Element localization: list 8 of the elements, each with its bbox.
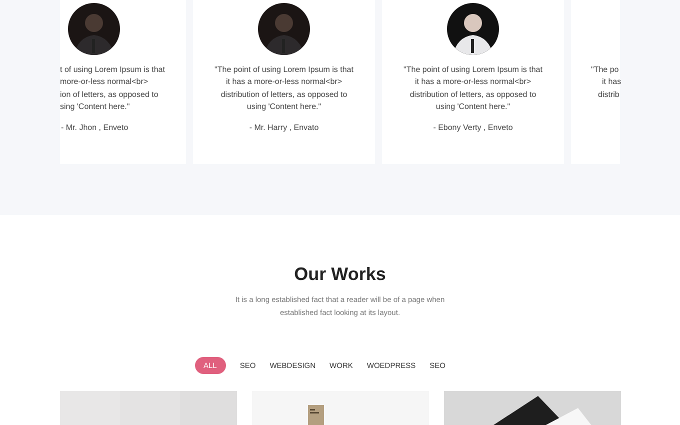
testimonial-author: - Mr. Harry , Envato: [249, 123, 319, 132]
testimonial-author: - Mr. Jhon , Enveto: [61, 123, 128, 132]
testimonial-quote: "The point of using Lorem Ipsum is that it has a more-or-less normal<br> distribution of letters, as opposed to using 'Content here.": [404, 64, 542, 113]
testimonial-quote: "The po it has distrib: [590, 64, 622, 101]
testimonial-quote: "The point of using Lorem Ipsum is that it has a more-or-less normal<br> distribution of letters, as opposed to using 'Content here.": [214, 64, 354, 113]
testimonial-author: - Ebony Verty , Enveto: [433, 123, 513, 132]
section-title: Our Works: [294, 264, 386, 285]
testimonial-quote: t of using Lorem Ipsum is that more-or-less normal<br> ion of letters, as opposed to sing 'Content here.": [60, 64, 165, 113]
